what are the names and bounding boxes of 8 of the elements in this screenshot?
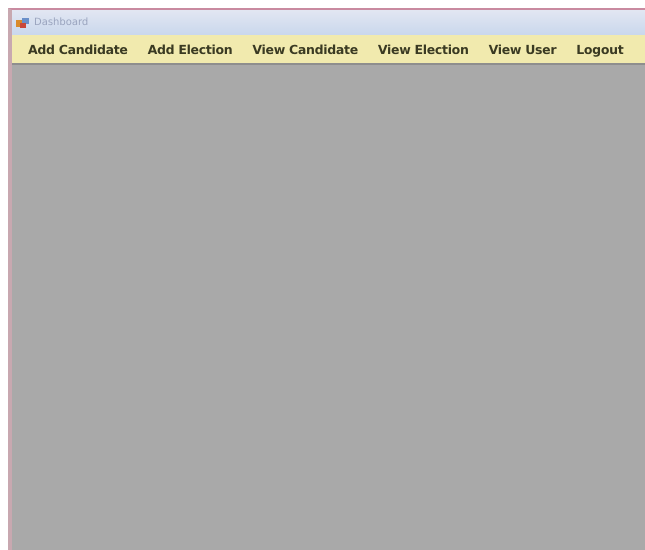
menu-item[interactable]: Add Election [148, 42, 232, 56]
menu-item[interactable]: Logout [576, 42, 624, 56]
menu-item[interactable]: View User [488, 42, 556, 56]
app-icon [16, 16, 30, 28]
menu-item[interactable]: View Candidate [252, 42, 358, 56]
menu-item[interactable]: Add Candidate [28, 42, 128, 56]
menu-item[interactable]: View Election [378, 42, 469, 56]
window-title: Dashboard [34, 17, 88, 28]
